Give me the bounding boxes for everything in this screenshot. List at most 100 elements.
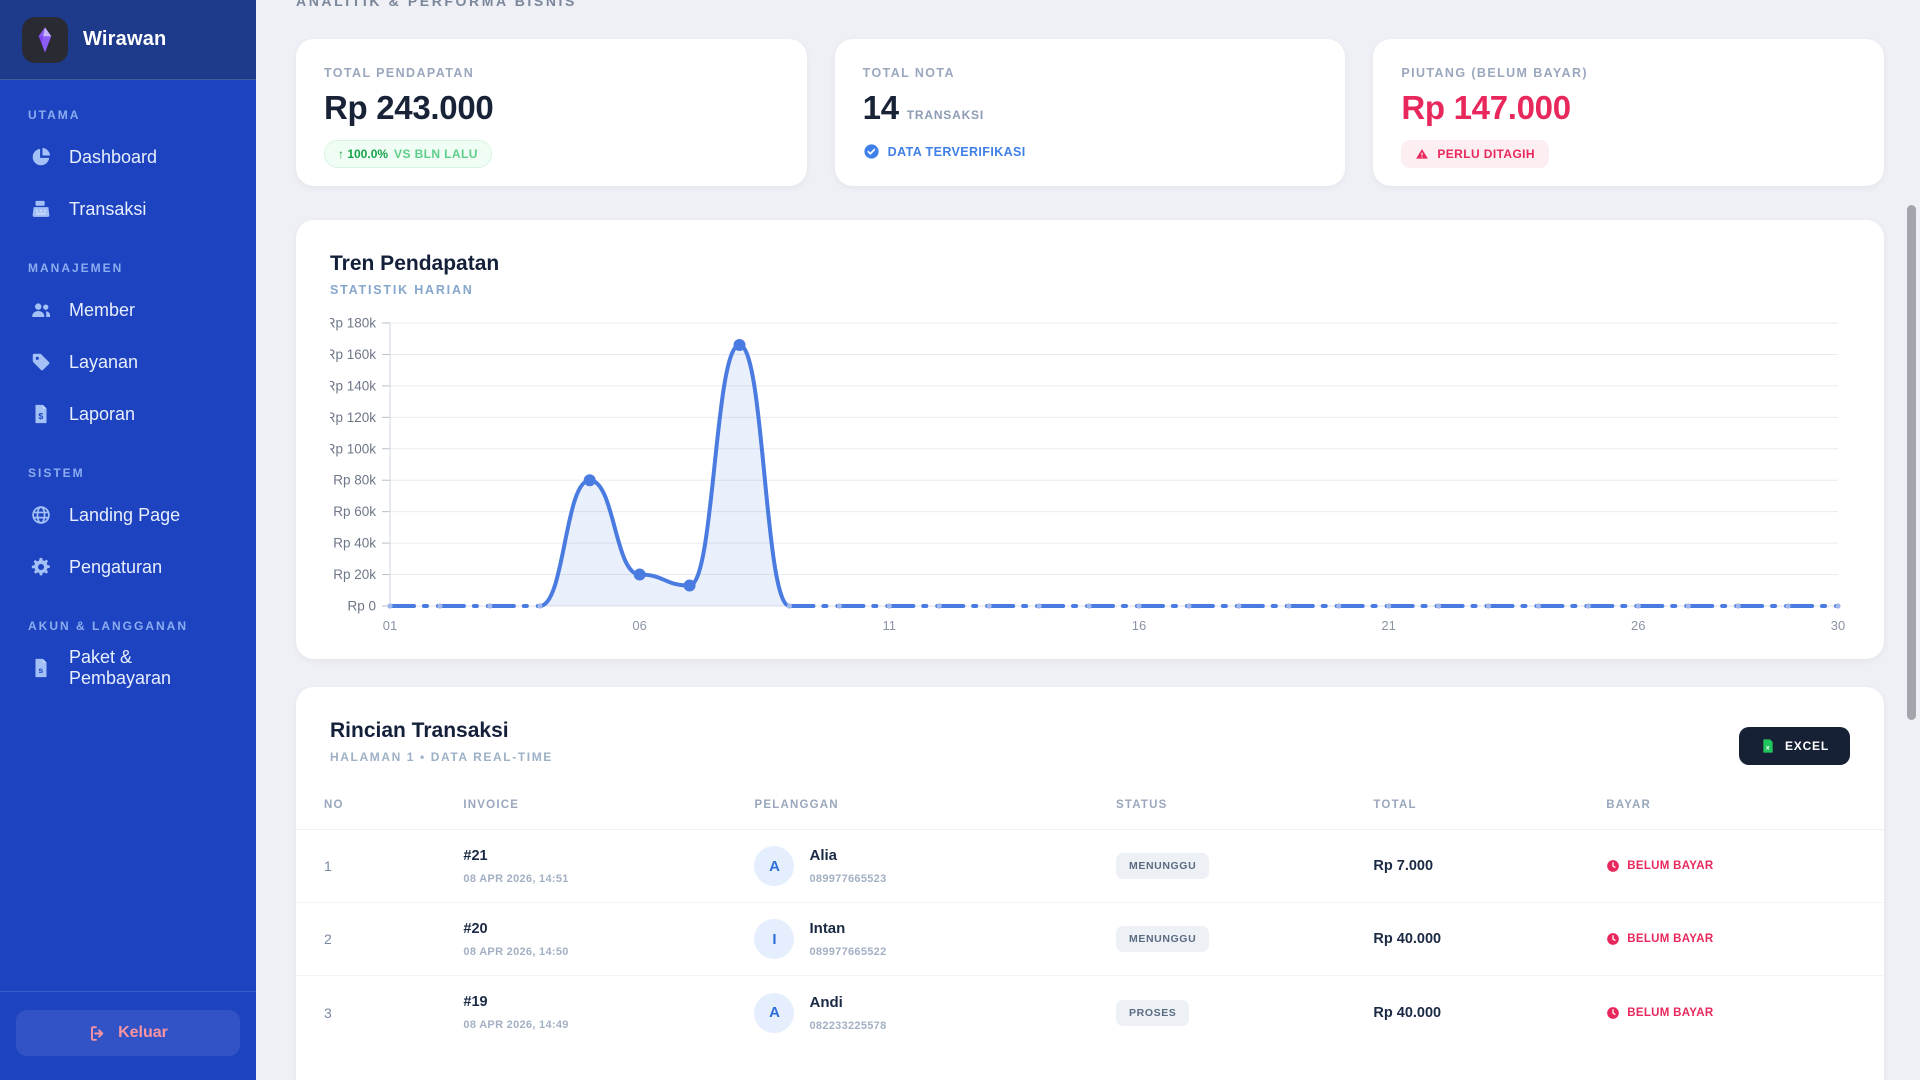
chart-title: Tren Pendapatan	[330, 252, 1850, 276]
alert-badge: PERLU DITAGIH	[1401, 140, 1549, 168]
sidebar-section-label: UTAMA	[28, 108, 228, 122]
stat-value: Rp 147.000	[1401, 89, 1570, 127]
pay-status: BELUM BAYAR	[1627, 1007, 1713, 1019]
avatar: I	[754, 919, 794, 959]
check-circle-icon	[863, 143, 880, 160]
revenue-line-chart: Rp 0Rp 20kRp 40kRp 60kRp 80kRp 100kRp 12…	[330, 311, 1850, 641]
pie-chart-icon	[30, 146, 52, 168]
svg-text:Rp 160k: Rp 160k	[330, 347, 376, 362]
svg-text:s: s	[38, 665, 43, 675]
column-header: INVOICE	[463, 799, 754, 811]
svg-text:$: $	[38, 411, 43, 421]
customer-phone: 082233225578	[809, 1020, 886, 1032]
stat-value: 14	[863, 89, 899, 127]
sidebar-item-label: Transaksi	[69, 199, 146, 220]
status-badge: MENUNGGU	[1116, 853, 1209, 879]
invoice-date: 08 APR 2026, 14:51	[463, 873, 754, 885]
customer-name: Andi	[809, 994, 886, 1011]
table-body: 1#2108 APR 2026, 14:51AAlia089977665523M…	[296, 830, 1884, 1049]
svg-text:26: 26	[1631, 618, 1645, 633]
avatar: A	[754, 846, 794, 886]
warning-triangle-icon	[1415, 147, 1429, 161]
sidebar-item-paket-pembayaran[interactable]: s Paket & Pembayaran	[18, 642, 238, 694]
sidebar-item-dashboard[interactable]: Dashboard	[18, 131, 238, 183]
sidebar-section-label: AKUN & LANGGANAN	[28, 619, 228, 633]
svg-text:06: 06	[632, 618, 646, 633]
page-heading: ANALITIK & PERFORMA BISNIS	[296, 0, 1884, 9]
row-number: 2	[324, 931, 463, 947]
sidebar-header: Wirawan	[0, 0, 256, 80]
sidebar-item-pengaturan[interactable]: Pengaturan	[18, 541, 238, 593]
sidebar-item-laporan[interactable]: $Laporan	[18, 388, 238, 440]
gear-icon	[30, 556, 52, 578]
clock-icon	[1606, 1006, 1620, 1020]
stat-label: PIUTANG (BELUM BAYAR)	[1401, 66, 1588, 80]
svg-text:21: 21	[1381, 618, 1395, 633]
table-header: NOINVOICEPELANGGANSTATUSTOTALBAYAR	[296, 791, 1884, 830]
table-row[interactable]: 1#2108 APR 2026, 14:51AAlia089977665523M…	[296, 830, 1884, 903]
revenue-chart-card: Tren Pendapatan STATISTIK HARIAN Rp 0 Rp …	[296, 220, 1884, 659]
svg-text:11: 11	[883, 618, 897, 633]
clock-icon	[1606, 859, 1620, 873]
svg-text:Rp 100k: Rp 100k	[330, 441, 376, 456]
tag-icon	[30, 351, 52, 373]
stat-unit: TRANSAKSI	[907, 108, 984, 122]
stat-card-total-nota: TOTAL NOTA 14 TRANSAKSI DATA TERVERIFIKA…	[835, 39, 1346, 186]
brand-logo	[22, 17, 68, 63]
invoice-id: #20	[463, 921, 754, 937]
invoice-id: #19	[463, 994, 754, 1010]
sidebar-item-landing-page[interactable]: Landing Page	[18, 489, 238, 541]
invoice-date: 08 APR 2026, 14:49	[463, 1019, 754, 1031]
sidebar-section-label: MANAJEMEN	[28, 261, 228, 275]
svg-text:Rp 40k: Rp 40k	[333, 536, 376, 551]
globe-icon	[30, 504, 52, 526]
table-row[interactable]: 2#2008 APR 2026, 14:50IIntan089977665522…	[296, 903, 1884, 976]
chart-subtitle: STATISTIK HARIAN	[330, 283, 1850, 297]
customer-phone: 089977665523	[809, 873, 886, 885]
sidebar-item-label: Member	[69, 300, 135, 321]
report-file-icon: $	[30, 403, 52, 425]
sidebar-item-label: Pengaturan	[69, 557, 162, 578]
sidebar-item-transaksi[interactable]: Transaksi	[18, 183, 238, 235]
sidebar-item-layanan[interactable]: Layanan	[18, 336, 238, 388]
table-title: Rincian Transaksi	[330, 719, 553, 743]
stat-label: TOTAL PENDAPATAN	[324, 66, 474, 80]
status-badge: PROSES	[1116, 1000, 1189, 1026]
row-number: 1	[324, 858, 463, 874]
svg-text:30: 30	[1831, 618, 1845, 633]
stat-card-piutang: PIUTANG (BELUM BAYAR) Rp 147.000 PERLU D…	[1373, 39, 1884, 186]
table-row[interactable]: 3#19 08 APR 2026, 14:49A Andi 082233225578 P…	[296, 976, 1884, 1049]
customer-name: Intan	[809, 920, 886, 937]
stats-row: TOTAL PENDAPATAN Rp 243.000 ↑ 100.0% VS …	[296, 39, 1884, 186]
export-excel-button[interactable]: x EXCEL	[1739, 727, 1850, 765]
stat-card-total-pendapatan: TOTAL PENDAPATAN Rp 243.000 ↑ 100.0% VS …	[296, 39, 807, 186]
row-number: 3	[324, 1005, 463, 1021]
svg-text:Rp 0: Rp 0	[347, 599, 376, 614]
svg-text:Rp 80k: Rp 80k	[333, 473, 376, 488]
invoice-icon: s	[30, 657, 52, 679]
pay-status: BELUM BAYAR	[1627, 933, 1713, 945]
clock-icon	[1606, 932, 1620, 946]
svg-text:16: 16	[1132, 618, 1146, 633]
row-total: Rp 7.000	[1373, 858, 1606, 874]
logout-button[interactable]: Keluar	[16, 1010, 240, 1056]
row-total: Rp 40.000	[1373, 931, 1606, 947]
sidebar-item-label: Landing Page	[69, 505, 180, 526]
scrollbar-thumb[interactable]	[1907, 205, 1916, 720]
sidebar: Wirawan UTAMA Dashboard Transaksi MANAJEMEN…	[0, 0, 256, 1080]
verified-note: DATA TERVERIFIKASI	[863, 143, 1026, 160]
invoice-id: #21	[463, 848, 754, 864]
avatar: A	[754, 993, 794, 1033]
trend-badge: ↑ 100.0% VS BLN LALU	[324, 140, 492, 168]
export-label: EXCEL	[1785, 739, 1829, 753]
sidebar-item-member[interactable]: Member	[18, 284, 238, 336]
sidebar-nav: UTAMA Dashboard Transaksi MANAJEMEN Member La…	[0, 80, 256, 991]
invoice-date: 08 APR 2026, 14:50	[463, 946, 754, 958]
trend-percent: ↑ 100.0%	[338, 147, 388, 161]
row-total: Rp 40.000	[1373, 1005, 1606, 1021]
svg-text:x: x	[1766, 744, 1770, 751]
table-subtitle: HALAMAN 1 • DATA REAL-TIME	[330, 750, 553, 764]
sidebar-item-label: Paket & Pembayaran	[69, 647, 226, 689]
sidebar-item-label: Layanan	[69, 352, 138, 373]
svg-text:01: 01	[383, 618, 397, 633]
